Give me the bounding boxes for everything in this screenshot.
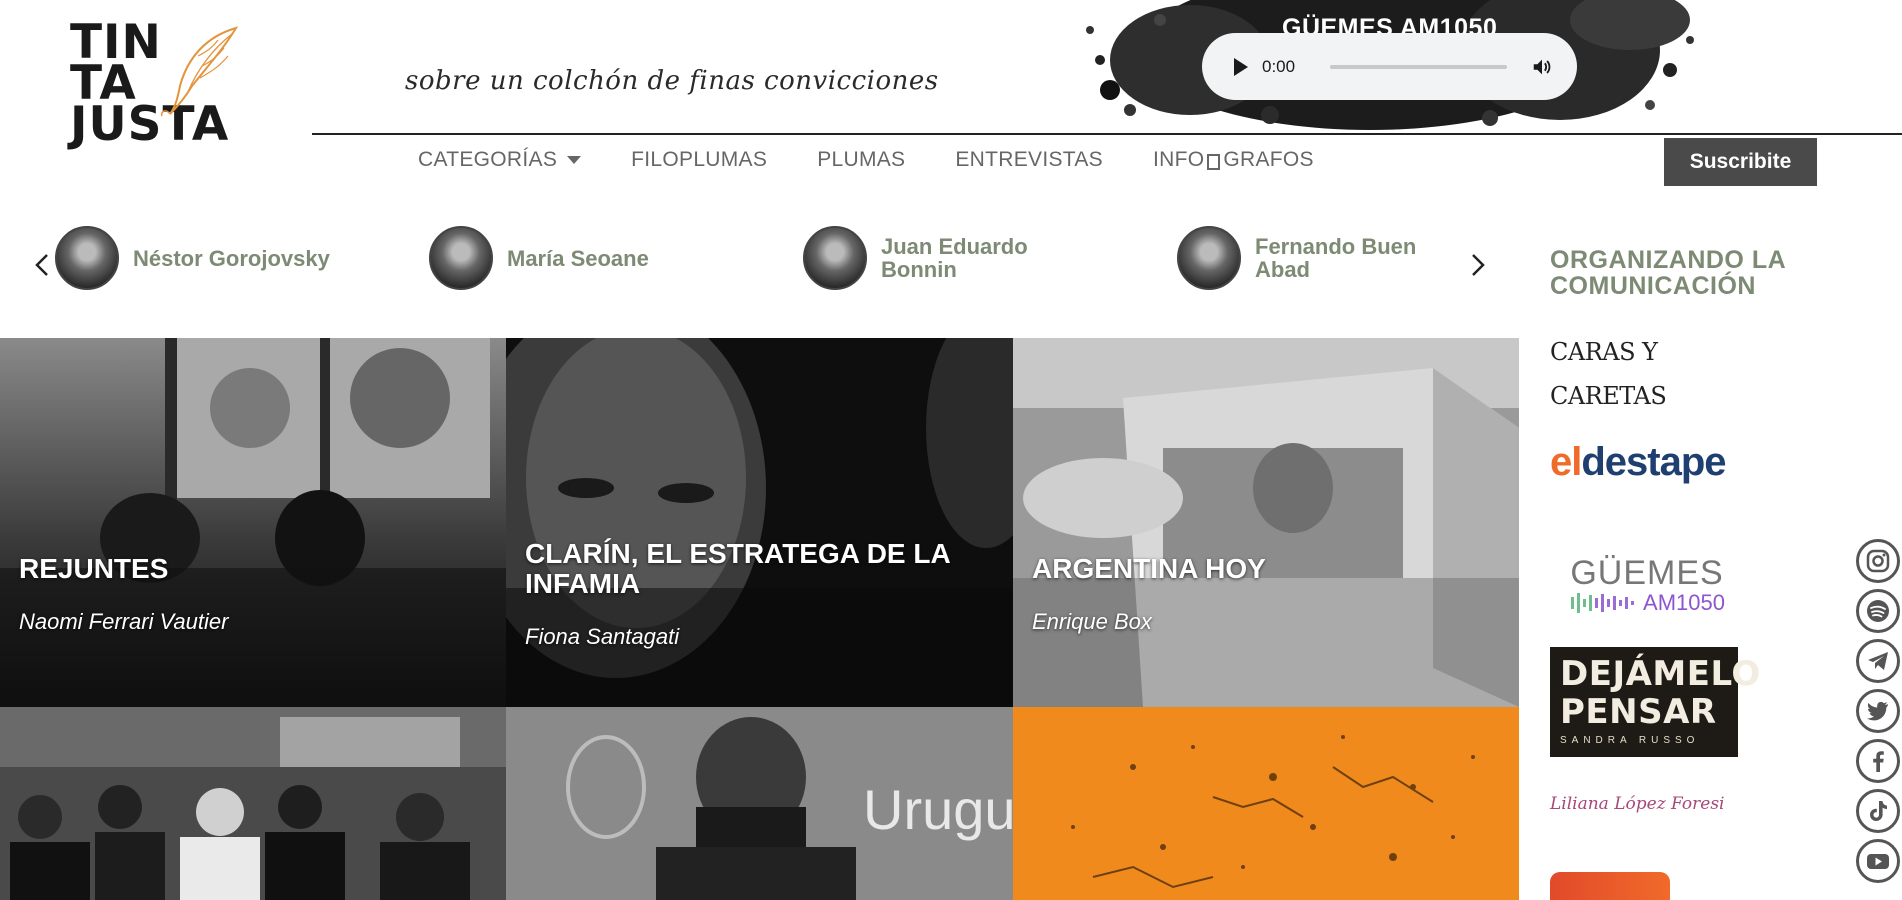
- main-nav: CATEGORÍAS FILOPLUMAS PLUMAS ENTREVISTAS…: [418, 148, 1314, 172]
- nav-label-grafos: GRAFOS: [1223, 148, 1314, 171]
- nav-label: ENTREVISTAS: [955, 148, 1103, 171]
- media-el-destape[interactable]: eldestape: [1550, 440, 1740, 490]
- author-name: María Seoane: [507, 245, 649, 271]
- volume-icon[interactable]: [1531, 56, 1553, 78]
- telegram-button[interactable]: [1856, 639, 1900, 683]
- subscribe-button[interactable]: Suscribite: [1664, 138, 1817, 186]
- twitter-button[interactable]: [1856, 689, 1900, 733]
- facebook-button[interactable]: [1856, 739, 1900, 783]
- avatar: [803, 226, 867, 290]
- avatar: [429, 226, 493, 290]
- tagline: sobre un colchón de finas convicciones: [405, 66, 939, 96]
- dejamelo-logo-line2: PENSAR: [1560, 692, 1717, 732]
- nav-label: CATEGORÍAS: [418, 148, 558, 171]
- guemes-logo-line2: AM1050: [1643, 590, 1725, 615]
- nav-plumas[interactable]: PLUMAS: [817, 148, 905, 172]
- guemes-logo-line1: GÜEMES: [1570, 554, 1724, 592]
- article-title: REJUNTES: [19, 553, 169, 584]
- nav-divider: [312, 133, 1902, 135]
- nav-infografos[interactable]: INFO GRAFOS: [1153, 148, 1314, 172]
- media-partial-logo[interactable]: [1550, 872, 1670, 900]
- nav-entrevistas[interactable]: ENTREVISTAS: [955, 148, 1103, 172]
- site-logo[interactable]: TIN TA JUSTA: [70, 19, 250, 167]
- youtube-button[interactable]: [1856, 839, 1900, 883]
- dejamelo-logo-line3: SANDRA RUSSO: [1560, 735, 1700, 746]
- avatar: [1177, 226, 1241, 290]
- article-image: [1013, 338, 1519, 707]
- author-name: Néstor Gorojovsky: [133, 245, 330, 271]
- author-card[interactable]: María Seoane: [429, 226, 707, 290]
- article-card[interactable]: [1013, 707, 1519, 900]
- el-destape-logo-destape: destape: [1581, 440, 1726, 484]
- article-title: ARGENTINA HOY: [1032, 553, 1266, 584]
- spotify-icon: [1867, 600, 1889, 622]
- audio-time: 0:00: [1262, 56, 1296, 76]
- article-author: Enrique Box: [1032, 609, 1152, 634]
- audio-progress-slider[interactable]: [1330, 64, 1507, 69]
- telegram-icon: [1868, 652, 1888, 670]
- article-image-text: Urugu: [863, 778, 1013, 841]
- liliana-logo: Liliana López Foresi: [1550, 794, 1725, 814]
- article-image: [0, 707, 506, 900]
- chevron-right-icon[interactable]: [1464, 252, 1490, 278]
- caras-y-caretas-logo: CARAS Y CARETAS: [1550, 338, 1667, 410]
- article-image: [506, 338, 1013, 707]
- caret-down-icon: [567, 156, 582, 164]
- chart-glyph-icon: [1207, 154, 1221, 170]
- author-card[interactable]: Fernando Buen Abad: [1177, 226, 1455, 290]
- author-name: Juan Eduardo Bonnin: [881, 234, 1028, 282]
- instagram-icon: [1866, 549, 1890, 573]
- el-destape-logo-el: el: [1550, 440, 1582, 484]
- article-image: [0, 338, 506, 707]
- soundwave-icon: [1571, 593, 1635, 613]
- avatar: [55, 226, 119, 290]
- author-name: Fernando Buen Abad: [1255, 234, 1417, 282]
- dejamelo-logo-line1: DEJÁMELO: [1560, 654, 1761, 694]
- sidebar-title: ORGANIZANDO LA COMUNICACIÓN: [1550, 246, 1786, 300]
- nav-label-info: INFO: [1152, 148, 1205, 171]
- article-author: Naomi Ferrari Vautier: [19, 609, 229, 634]
- article-author: Fiona Santagati: [525, 624, 680, 649]
- article-card[interactable]: CLARÍN, EL ESTRATEGA DE LA INFAMIA Fiona…: [506, 338, 1013, 707]
- facebook-icon: [1873, 751, 1884, 772]
- nav-categorias[interactable]: CATEGORÍAS: [418, 148, 582, 172]
- quill-icon: [160, 26, 239, 117]
- tiktok-button[interactable]: [1856, 789, 1900, 833]
- twitter-icon: [1867, 701, 1888, 721]
- article-image: [1013, 707, 1519, 900]
- media-dejamelo-pensar[interactable]: DEJÁMELO PENSAR SANDRA RUSSO: [1550, 647, 1761, 757]
- audio-player[interactable]: 0:00: [1202, 33, 1577, 100]
- nav-label: PLUMAS: [817, 148, 906, 171]
- author-card[interactable]: Néstor Gorojovsky: [55, 226, 333, 290]
- media-guemes-am1050[interactable]: GÜEMES AM1050: [1562, 556, 1732, 624]
- media-caras-y-caretas[interactable]: CARAS Y CARETAS: [1550, 330, 1740, 410]
- play-icon[interactable]: [1234, 57, 1248, 76]
- partial-logo-shape: [1550, 872, 1670, 900]
- article-card[interactable]: [0, 707, 506, 900]
- article-card[interactable]: Urugu: [506, 707, 1013, 900]
- article-card[interactable]: REJUNTES Naomi Ferrari Vautier: [0, 338, 506, 707]
- author-card[interactable]: Juan Eduardo Bonnin: [803, 226, 1081, 290]
- tiktok-icon: [1870, 801, 1887, 821]
- youtube-icon: [1867, 854, 1889, 869]
- chevron-left-icon[interactable]: [30, 252, 56, 278]
- media-liliana-lopez-foresi[interactable]: Liliana López Foresi: [1550, 794, 1740, 824]
- article-title: CLARÍN, EL ESTRATEGA DE LA INFAMIA: [525, 538, 950, 599]
- nav-label: FILOPLUMAS: [631, 148, 768, 171]
- nav-filoplumas[interactable]: FILOPLUMAS: [631, 148, 767, 172]
- spotify-button[interactable]: [1856, 589, 1900, 633]
- instagram-button[interactable]: [1856, 539, 1900, 583]
- article-card[interactable]: ARGENTINA HOY Enrique Box: [1013, 338, 1519, 707]
